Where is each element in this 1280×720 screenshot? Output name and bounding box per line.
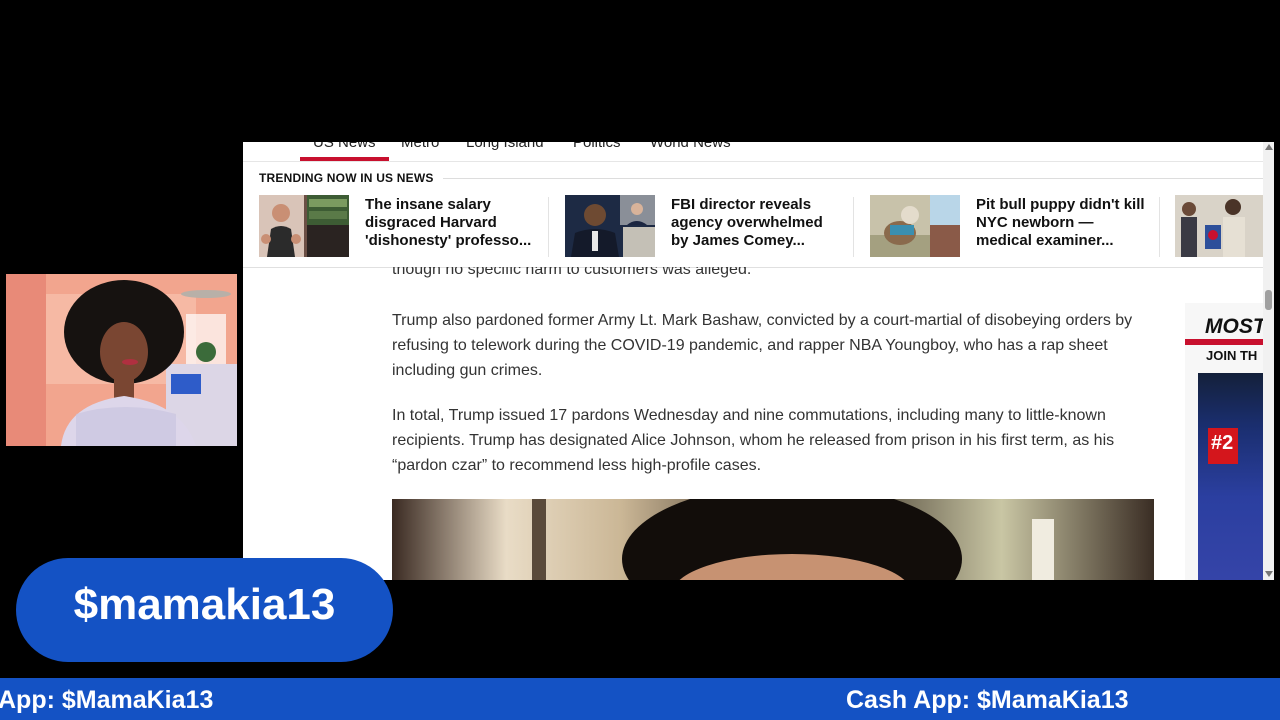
ticker-text: App: $MamaKia13 [0,686,214,714]
ad-subline: JOIN TH [1206,348,1258,363]
page-scrollbar[interactable] [1263,142,1274,580]
trending-thumbnail-1[interactable] [259,195,349,257]
cash-app-ticker: App: $MamaKia13 Cash App: $MamaKia13 [0,678,1280,720]
trending-divider [443,178,1263,179]
article-paragraph: In total, Trump issued 17 pardons Wednes… [392,407,1115,474]
ad-promo-image[interactable]: #2 [1198,373,1265,580]
ad-headline: MOST [1205,315,1265,338]
article-paragraph: Trump also pardoned former Army Lt. Mark… [392,312,1133,379]
trending-headline-3[interactable]: Pit bull puppy didn't kill NYC newborn —… [976,196,1148,250]
trending-card-3[interactable]: Pit bull puppy didn't kill NYC newborn —… [870,195,1150,259]
ticker-text: Cash App: $MamaKia13 [846,686,1129,714]
nav-item-politics[interactable]: Politics [573,142,621,151]
nav-item-long-island[interactable]: Long Island [466,142,544,151]
nav-item-world-news[interactable]: World News [650,142,731,151]
ad-red-stripe [1185,339,1265,345]
trending-thumbnail-3[interactable] [870,195,960,257]
nav-item-metro[interactable]: Metro [401,142,439,151]
trending-headline-2[interactable]: FBI director reveals agency overwhelmed … [671,196,843,250]
article-clipped-line: though no specific harm to customers was… [392,267,752,278]
trending-separator [853,197,854,257]
sidebar-ad[interactable]: MOST JOIN TH #2 [1185,303,1265,580]
ad-rank-badge: #2 [1208,428,1238,464]
trending-title: TRENDING NOW IN US NEWS [259,171,434,185]
nav-item-us-news[interactable]: US News [313,142,376,151]
browser-window: US News Metro Long Island Politics World… [243,142,1274,580]
scrollbar-thumb[interactable] [1265,290,1272,310]
cashtag-handle: $mamakia13 [73,580,336,629]
section-nav: US News Metro Long Island Politics World… [243,142,1263,162]
trending-thumbnail-2[interactable] [565,195,655,257]
active-tab-indicator [300,157,389,161]
trending-headline-1[interactable]: The insane salary disgraced Harvard 'dis… [365,196,537,250]
webcam-feed [6,274,237,446]
trending-separator [1159,197,1160,257]
article-image [392,499,1154,580]
trending-card-4[interactable] [1175,195,1263,259]
trending-card-2[interactable]: FBI director reveals agency overwhelmed … [565,195,845,259]
scroll-down-arrow-icon[interactable] [1265,571,1273,577]
scroll-up-arrow-icon[interactable] [1265,144,1273,150]
trending-separator [548,197,549,257]
stream-stage: US News Metro Long Island Politics World… [0,0,1280,720]
trending-thumbnail-4[interactable] [1175,195,1263,257]
cashtag-pill: $mamakia13 [16,558,393,662]
trending-card-1[interactable]: The insane salary disgraced Harvard 'dis… [259,195,539,259]
